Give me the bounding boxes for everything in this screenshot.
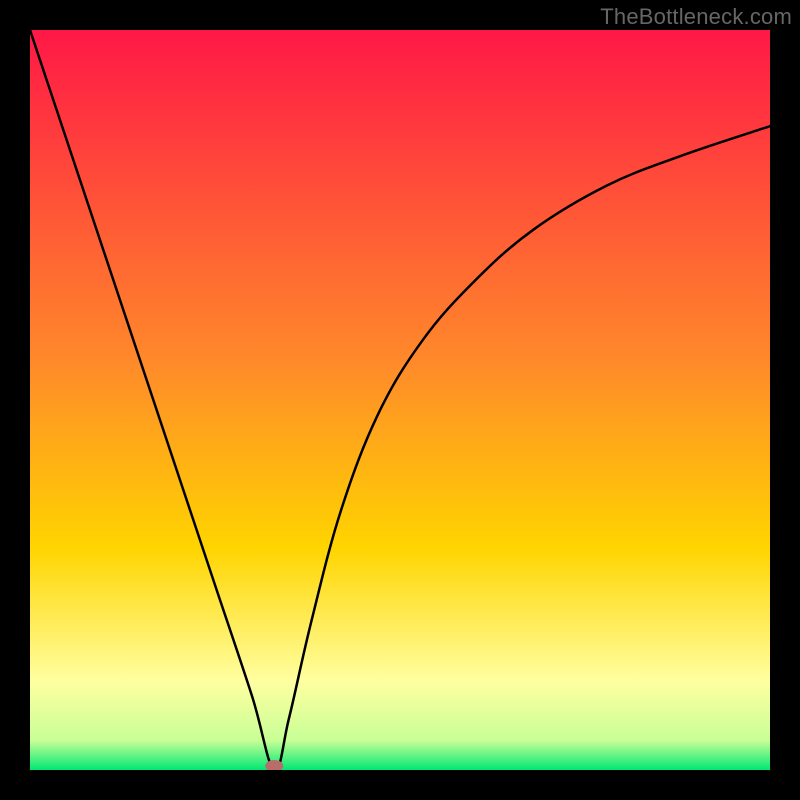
chart-svg [30,30,770,770]
gradient-background [30,30,770,770]
watermark-text: TheBottleneck.com [600,4,792,30]
chart-frame: TheBottleneck.com [0,0,800,800]
plot-area [30,30,770,770]
